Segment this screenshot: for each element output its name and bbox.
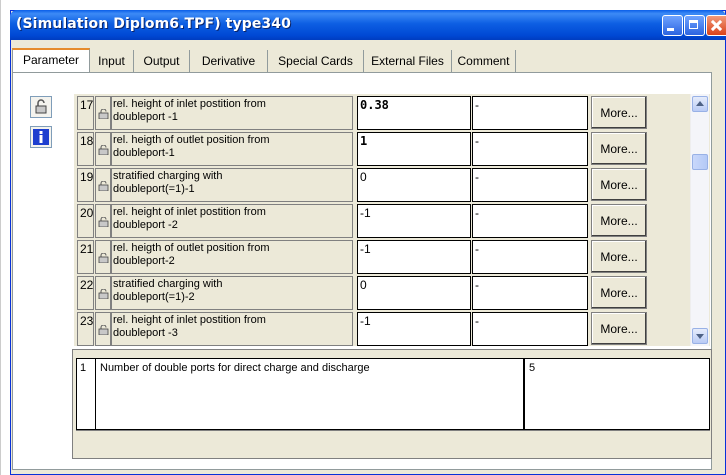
window-title: (Simulation Diplom6.TPF) type340 [16, 16, 291, 32]
parameter-value-field[interactable]: 0 [357, 276, 471, 310]
table-row: 23 rel. height of inlet postition from dou… [74, 312, 694, 348]
more-button[interactable]: More... [591, 204, 647, 237]
parameter-name-line2: doubleport(=1)-1 [113, 183, 195, 195]
parameter-unit-field[interactable]: - [472, 132, 588, 166]
maximize-button[interactable] [684, 15, 705, 36]
row-lock-toggle[interactable] [95, 96, 111, 130]
row-number: 21 [77, 240, 94, 274]
minimize-button[interactable] [662, 15, 683, 36]
table-row: 21 rel. heigth of outlet position from dou… [74, 240, 694, 276]
parameter-name: stratified charging with doubleport(=1)-1 [111, 168, 353, 202]
parameter-value-field[interactable]: -1 [357, 312, 471, 346]
row-number: 22 [77, 276, 94, 310]
parameter-grid: 17 rel. height of inlet postition from dou… [74, 94, 710, 346]
desktop-edge [0, 0, 1, 475]
parameter-value-field[interactable]: 0.38 [357, 96, 471, 130]
row-lock-toggle[interactable] [95, 132, 111, 166]
more-button[interactable]: More... [591, 276, 647, 309]
more-button[interactable]: More... [591, 132, 647, 165]
padlock-icon [35, 99, 47, 114]
description-value: 5 [524, 358, 710, 430]
parameter-name-line2: doubleport -2 [113, 219, 178, 231]
parameter-value-field[interactable]: -1 [357, 204, 471, 238]
padlock-icon [98, 253, 109, 263]
description-divider [76, 430, 710, 431]
parameter-name: rel. height of inlet postition from doubl… [111, 204, 353, 238]
table-row: 20 rel. height of inlet postition from dou… [74, 204, 694, 240]
table-row: 19 stratified charging with doubleport(=1)… [74, 168, 694, 204]
row-lock-toggle[interactable] [95, 276, 111, 310]
scroll-down-button[interactable] [692, 328, 708, 344]
table-row: 22 stratified charging with doubleport(=1)… [74, 276, 694, 312]
lock-toggle-button[interactable] [30, 96, 52, 118]
parameter-name: rel. heigth of outlet position from doubl… [111, 240, 353, 274]
parameter-value-field[interactable]: -1 [357, 240, 471, 274]
parameter-unit-field[interactable]: - [472, 240, 588, 274]
row-lock-toggle[interactable] [95, 168, 111, 202]
parameter-value-field[interactable]: 0 [357, 168, 471, 202]
row-number: 23 [77, 312, 94, 346]
chevron-up-icon [696, 101, 704, 106]
row-number: 17 [77, 96, 94, 130]
parameter-name-line2: doubleport-1 [113, 147, 175, 159]
tab-derivative[interactable]: Derivative [190, 50, 268, 72]
row-lock-toggle[interactable] [95, 204, 111, 238]
padlock-icon [98, 145, 109, 155]
parameter-name-line1: stratified charging with [113, 278, 223, 290]
info-icon [33, 129, 49, 145]
parameter-name-line2: doubleport(=1)-2 [113, 291, 195, 303]
padlock-icon [98, 217, 109, 227]
parameter-name-line1: rel. heigth of outlet position from [113, 134, 270, 146]
description-index: 1 [76, 358, 96, 430]
table-row: 17 rel. height of inlet postition from dou… [74, 96, 694, 132]
parameter-name: rel. height of inlet postition from doubl… [111, 312, 353, 346]
padlock-icon [98, 289, 109, 299]
padlock-icon [98, 325, 109, 335]
tab-output[interactable]: Output [134, 50, 190, 72]
chevron-down-icon [696, 334, 704, 339]
row-number: 19 [77, 168, 94, 202]
row-number: 18 [77, 132, 94, 166]
padlock-icon [98, 109, 109, 119]
parameter-name-line2: doubleport -3 [113, 327, 178, 339]
row-lock-toggle[interactable] [95, 312, 111, 346]
tab-input[interactable]: Input [90, 50, 134, 72]
parameter-name-line2: doubleport -1 [113, 111, 178, 123]
tab-comment[interactable]: Comment [452, 50, 516, 72]
info-button[interactable] [30, 126, 52, 148]
parameter-name-line1: rel. height of inlet postition from [113, 206, 266, 218]
parameter-name-line1: rel. height of inlet postition from [113, 314, 266, 326]
more-button[interactable]: More... [591, 240, 647, 273]
more-button[interactable]: More... [591, 96, 647, 129]
parameter-name: rel. height of inlet postition from doubl… [111, 96, 353, 130]
padlock-icon [98, 181, 109, 191]
description-text: Number of double ports for direct charge… [96, 358, 524, 430]
tab-external-files[interactable]: External Files [364, 50, 452, 72]
tab-parameter[interactable]: Parameter [12, 48, 90, 72]
parameter-name-line1: rel. heigth of outlet position from [113, 242, 270, 254]
more-button[interactable]: More... [591, 312, 647, 345]
parameter-unit-field[interactable]: - [472, 312, 588, 346]
tab-special-cards[interactable]: Special Cards [268, 50, 364, 72]
title-bar[interactable]: (Simulation Diplom6.TPF) type340 [10, 10, 726, 40]
parameter-name: stratified charging with doubleport(=1)-2 [111, 276, 353, 310]
parameter-unit-field[interactable]: - [472, 204, 588, 238]
parameter-name-line1: stratified charging with [113, 170, 223, 182]
parameter-value-field[interactable]: 1 [357, 132, 471, 166]
table-row: 18 rel. heigth of outlet position from dou… [74, 132, 694, 168]
parameter-unit-field[interactable]: - [472, 96, 588, 130]
scroll-thumb[interactable] [692, 154, 708, 170]
close-button[interactable] [706, 15, 726, 36]
parameter-unit-field[interactable]: - [472, 168, 588, 202]
more-button[interactable]: More... [591, 168, 647, 201]
parameter-name-line1: rel. height of inlet postition from [113, 98, 266, 110]
parameter-name-line2: doubleport-2 [113, 255, 175, 267]
parameter-name: rel. heigth of outlet position from doubl… [111, 132, 353, 166]
scroll-up-button[interactable] [692, 96, 708, 112]
vertical-scrollbar[interactable] [690, 94, 709, 346]
parameter-unit-field[interactable]: - [472, 276, 588, 310]
row-lock-toggle[interactable] [95, 240, 111, 274]
row-number: 20 [77, 204, 94, 238]
